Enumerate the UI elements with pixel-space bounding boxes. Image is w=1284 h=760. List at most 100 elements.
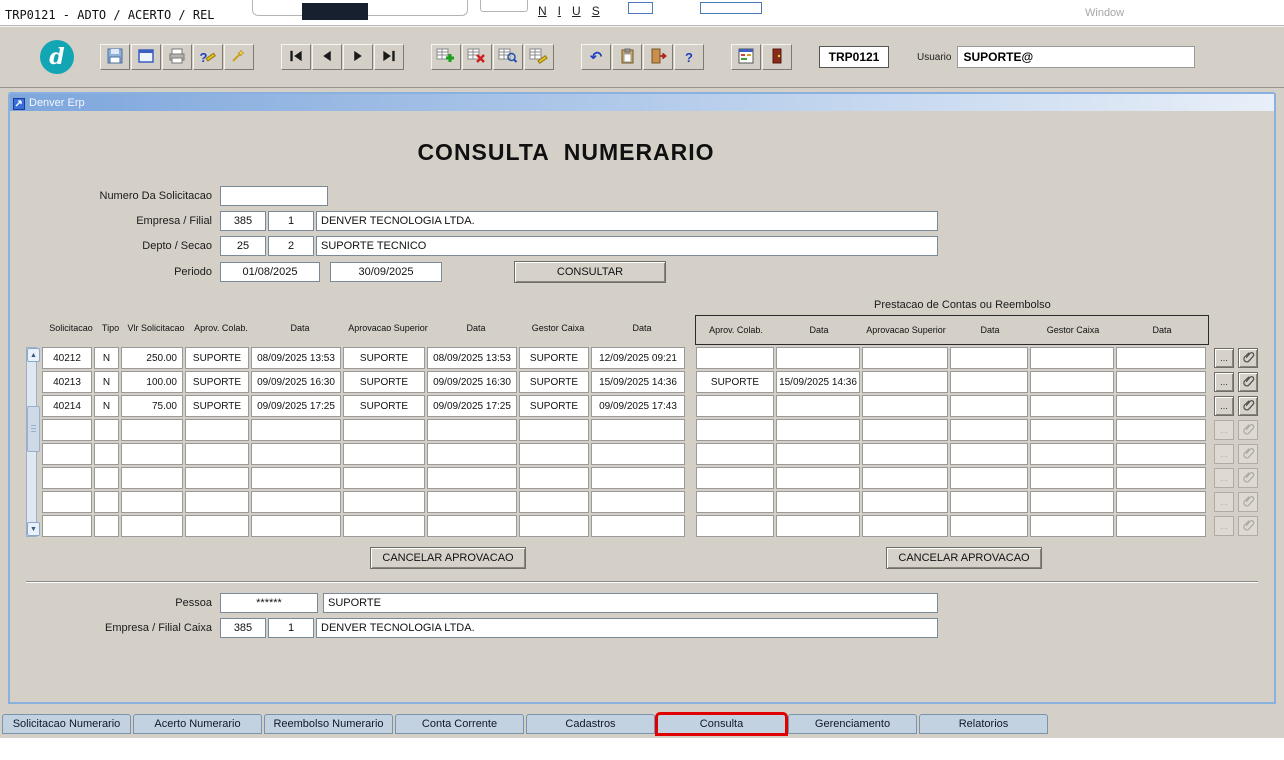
add-record-button[interactable] xyxy=(431,44,461,70)
checkbox-1[interactable] xyxy=(628,2,653,14)
checkbox-2[interactable] xyxy=(700,2,762,14)
grid-cell[interactable] xyxy=(1030,395,1114,417)
save-button[interactable] xyxy=(100,44,130,70)
grid-cell[interactable] xyxy=(343,443,425,465)
grid-cell[interactable] xyxy=(94,419,119,441)
grid-cell[interactable]: 40214 xyxy=(42,395,92,417)
caixa-code-field[interactable]: 385 xyxy=(220,618,266,638)
grid-cell[interactable]: SUPORTE xyxy=(185,371,249,393)
grid-cell[interactable] xyxy=(1030,467,1114,489)
grid-cell[interactable] xyxy=(862,347,948,369)
grid-cell[interactable] xyxy=(251,491,341,513)
grid-cell[interactable]: SUPORTE xyxy=(185,395,249,417)
grid-cell[interactable] xyxy=(776,443,860,465)
grid-cell[interactable] xyxy=(42,515,92,537)
report-button[interactable] xyxy=(731,44,761,70)
grid-cell[interactable] xyxy=(519,443,589,465)
print-button[interactable] xyxy=(162,44,192,70)
tab-relatorios[interactable]: Relatorios xyxy=(919,714,1048,734)
consultar-button[interactable]: CONSULTAR xyxy=(514,261,666,283)
grid-cell[interactable] xyxy=(427,443,517,465)
tab-gerenciamento[interactable]: Gerenciamento xyxy=(788,714,917,734)
grid-cell[interactable]: 40213 xyxy=(42,371,92,393)
grid-cell[interactable] xyxy=(1116,515,1206,537)
grid-cell[interactable] xyxy=(185,467,249,489)
grid-cell[interactable] xyxy=(950,347,1028,369)
cancel-aprovacao-button-2[interactable]: CANCELAR APROVACAO xyxy=(886,547,1042,569)
nav-next-button[interactable] xyxy=(343,44,373,70)
grid-cell[interactable] xyxy=(94,467,119,489)
grid-cell[interactable]: 100.00 xyxy=(121,371,183,393)
grid-cell[interactable] xyxy=(519,467,589,489)
grid-cell[interactable] xyxy=(696,443,774,465)
grid-cell[interactable] xyxy=(591,443,685,465)
grid-cell[interactable]: SUPORTE xyxy=(519,371,589,393)
grid-cell[interactable] xyxy=(427,467,517,489)
format-n-button[interactable]: N xyxy=(538,4,547,18)
pessoa-name-field[interactable]: SUPORTE xyxy=(323,593,938,613)
grid-cell[interactable]: 250.00 xyxy=(121,347,183,369)
row-more-button[interactable]: ... xyxy=(1214,372,1234,392)
grid-cell[interactable] xyxy=(1116,491,1206,513)
grid-cell[interactable] xyxy=(950,443,1028,465)
scroll-up-button[interactable]: ▲ xyxy=(27,348,40,362)
grid-cell[interactable] xyxy=(776,395,860,417)
grid-cell[interactable] xyxy=(251,443,341,465)
grid-cell[interactable] xyxy=(950,371,1028,393)
grid-cell[interactable] xyxy=(950,491,1028,513)
format-s-button[interactable]: S xyxy=(592,4,600,18)
nav-prev-button[interactable] xyxy=(312,44,342,70)
search-record-button[interactable] xyxy=(493,44,523,70)
grid-cell[interactable] xyxy=(121,515,183,537)
grid-cell[interactable] xyxy=(251,515,341,537)
empresa-code-field[interactable]: 385 xyxy=(220,211,266,231)
attachment-button[interactable] xyxy=(1238,348,1258,368)
grid-cell[interactable]: SUPORTE xyxy=(185,347,249,369)
numero-field[interactable] xyxy=(220,186,328,206)
grid-cell[interactable] xyxy=(696,395,774,417)
vertical-scrollbar[interactable]: ▲ ▼ xyxy=(26,347,40,537)
grid-cell[interactable]: 40212 xyxy=(42,347,92,369)
delete-record-button[interactable] xyxy=(462,44,492,70)
nav-last-button[interactable] xyxy=(374,44,404,70)
nav-first-button[interactable] xyxy=(281,44,311,70)
grid-cell[interactable]: SUPORTE xyxy=(519,347,589,369)
grid-cell[interactable] xyxy=(519,515,589,537)
grid-cell[interactable] xyxy=(519,491,589,513)
grid-cell[interactable] xyxy=(1030,443,1114,465)
periodo-to-field[interactable]: 30/09/2025 xyxy=(330,262,442,282)
attachment-button[interactable] xyxy=(1238,396,1258,416)
grid-cell[interactable] xyxy=(42,443,92,465)
grid-cell[interactable] xyxy=(696,491,774,513)
grid-cell[interactable] xyxy=(343,491,425,513)
grid-cell[interactable] xyxy=(776,491,860,513)
grid-cell[interactable] xyxy=(862,443,948,465)
grid-cell[interactable]: 12/09/2025 09:21 xyxy=(591,347,685,369)
grid-cell[interactable]: 08/09/2025 13:53 xyxy=(427,347,517,369)
grid-cell[interactable]: SUPORTE xyxy=(696,371,774,393)
row-more-button[interactable]: ... xyxy=(1214,348,1234,368)
grid-cell[interactable] xyxy=(1030,491,1114,513)
grid-cell[interactable] xyxy=(1116,467,1206,489)
depto-code-field[interactable]: 25 xyxy=(220,236,266,256)
grid-cell[interactable] xyxy=(1116,395,1206,417)
tab-conta-corrente[interactable]: Conta Corrente xyxy=(395,714,524,734)
grid-cell[interactable] xyxy=(1116,347,1206,369)
grid-cell[interactable] xyxy=(121,443,183,465)
grid-cell[interactable] xyxy=(251,419,341,441)
tab-reembolso-numerario[interactable]: Reembolso Numerario xyxy=(264,714,393,734)
grid-cell[interactable] xyxy=(343,515,425,537)
grid-cell[interactable] xyxy=(1030,371,1114,393)
grid-cell[interactable] xyxy=(1030,347,1114,369)
grid-cell[interactable]: SUPORTE xyxy=(519,395,589,417)
depto-name-field[interactable]: SUPORTE TECNICO xyxy=(316,236,938,256)
grid-cell[interactable] xyxy=(185,419,249,441)
grid-cell[interactable] xyxy=(776,467,860,489)
grid-cell[interactable] xyxy=(94,443,119,465)
grid-cell[interactable] xyxy=(591,515,685,537)
grid-cell[interactable] xyxy=(776,419,860,441)
grid-cell[interactable] xyxy=(862,491,948,513)
grid-cell[interactable] xyxy=(696,467,774,489)
caixa-filial-field[interactable]: 1 xyxy=(268,618,314,638)
grid-cell[interactable] xyxy=(121,419,183,441)
